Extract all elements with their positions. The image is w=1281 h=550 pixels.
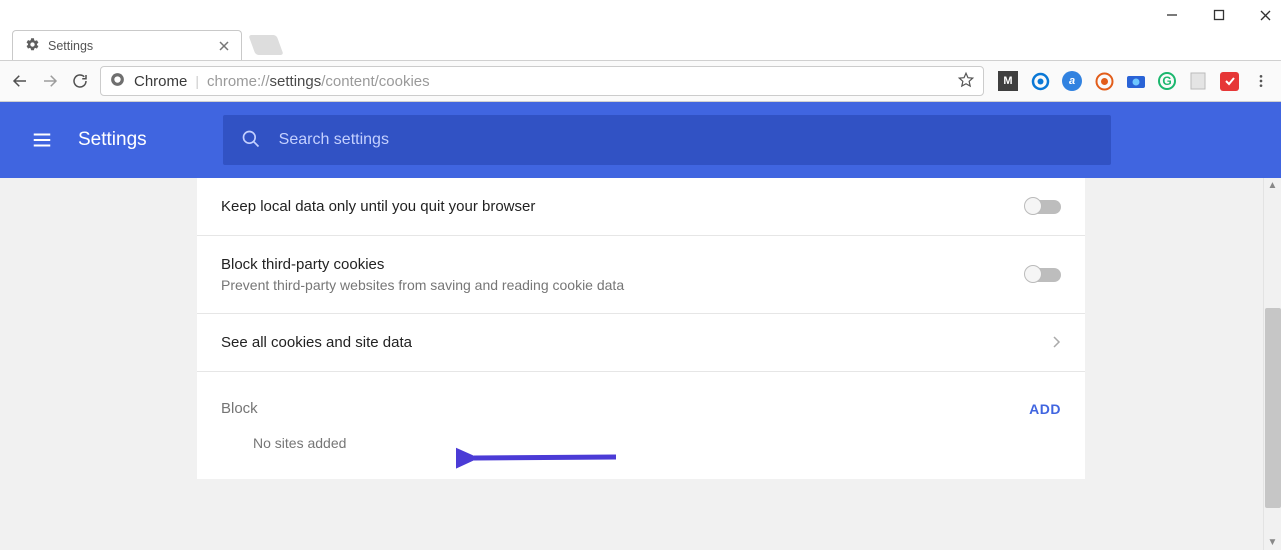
scroll-up-icon[interactable]: ▲	[1264, 180, 1281, 191]
star-icon[interactable]	[957, 71, 975, 92]
search-input[interactable]	[279, 131, 1093, 149]
vertical-scrollbar[interactable]: ▲ ▼	[1263, 178, 1281, 550]
page-title: Settings	[78, 129, 147, 151]
scrollbar-thumb[interactable]	[1265, 308, 1281, 508]
toggle-keep-local-data[interactable]	[1025, 200, 1061, 214]
settings-header: Settings	[0, 102, 1281, 178]
block-empty-text: No sites added	[197, 427, 1085, 479]
menu-icon[interactable]	[30, 128, 54, 152]
tab-title: Settings	[48, 39, 93, 53]
row-block-3p-cookies: Block third-party cookies Prevent third-…	[197, 236, 1085, 314]
gear-icon	[25, 37, 40, 55]
row-title: Block third-party cookies	[221, 256, 1025, 273]
window-titlebar	[0, 0, 1281, 30]
address-bar[interactable]: Chrome | chrome://settings/content/cooki…	[100, 66, 984, 96]
url-text: chrome://settings/content/cookies	[207, 73, 949, 90]
ext-a-icon[interactable]: a	[1062, 71, 1082, 91]
search-icon	[241, 129, 261, 152]
extensions-area: M a G	[994, 71, 1271, 91]
content-area: Keep local data only until you quit your…	[0, 178, 1281, 550]
toggle-block-3p[interactable]	[1025, 268, 1061, 282]
row-see-all-cookies[interactable]: See all cookies and site data	[197, 314, 1085, 372]
ext-m-icon[interactable]: M	[998, 71, 1018, 91]
chevron-right-icon	[1053, 335, 1061, 351]
section-block: Block ADD	[197, 372, 1085, 427]
forward-button[interactable]	[40, 71, 60, 91]
browser-menu-button[interactable]	[1251, 71, 1271, 91]
row-title: Keep local data only until you quit your…	[221, 198, 1025, 215]
ext-q-icon[interactable]	[1030, 71, 1050, 91]
back-button[interactable]	[10, 71, 30, 91]
search-settings-box[interactable]	[223, 115, 1111, 165]
ext-g-icon[interactable]: G	[1158, 72, 1176, 90]
maximize-button[interactable]	[1211, 8, 1226, 23]
row-desc: Prevent third-party websites from saving…	[221, 277, 1025, 293]
browser-toolbar: Chrome | chrome://settings/content/cooki…	[0, 60, 1281, 102]
ext-doc-icon[interactable]	[1188, 71, 1208, 91]
add-button[interactable]: ADD	[1029, 401, 1061, 417]
close-window-button[interactable]	[1258, 8, 1273, 23]
origin-label: Chrome	[134, 73, 187, 90]
row-keep-local-data: Keep local data only until you quit your…	[197, 178, 1085, 236]
ext-circle-icon[interactable]	[1094, 71, 1114, 91]
section-title: Block	[221, 400, 258, 417]
row-title: See all cookies and site data	[221, 334, 1053, 351]
ext-red-icon[interactable]	[1220, 72, 1239, 91]
tab-settings[interactable]: Settings	[12, 30, 242, 60]
site-info-icon[interactable]	[109, 71, 126, 91]
minimize-button[interactable]	[1164, 8, 1179, 23]
ext-camera-icon[interactable]	[1126, 71, 1146, 91]
settings-panel: Keep local data only until you quit your…	[197, 178, 1085, 479]
new-tab-button[interactable]	[249, 35, 284, 55]
tab-strip: Settings	[0, 30, 1281, 60]
reload-button[interactable]	[70, 71, 90, 91]
scroll-down-icon[interactable]: ▼	[1264, 537, 1281, 548]
close-tab-icon[interactable]	[219, 38, 229, 54]
